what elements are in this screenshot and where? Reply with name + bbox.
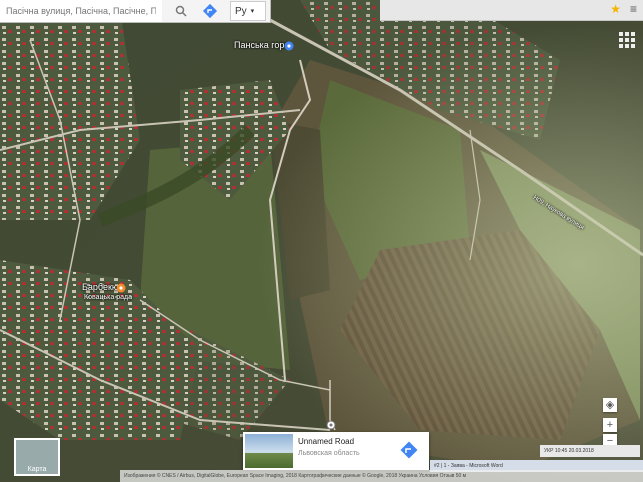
language-select[interactable]: Ру ▾ xyxy=(230,1,266,21)
compass-icon: ◈ xyxy=(605,399,615,411)
barbecue-pin-icon[interactable] xyxy=(116,283,126,293)
search-input[interactable] xyxy=(0,0,162,22)
apps-grid-icon[interactable] xyxy=(615,28,639,52)
compass-button[interactable]: ◈ xyxy=(603,398,617,412)
dropped-pin-icon[interactable] xyxy=(326,420,336,432)
card-subtitle: Львовская область xyxy=(298,450,360,457)
place-label-council[interactable]: Ковацька рада xyxy=(84,294,132,301)
language-value: Ру xyxy=(235,5,247,17)
attribution-text: Изображения © CNES / Airbus, DigitalGlob… xyxy=(124,473,467,479)
map-attribution-footer: Изображения © CNES / Airbus, DigitalGlob… xyxy=(120,470,643,482)
menu-icon[interactable]: ≡ xyxy=(630,2,637,16)
tray-text: УКР 10:45 20.03.2018 xyxy=(544,448,594,454)
place-label-barbecue[interactable]: Барбекю xyxy=(82,282,119,292)
browser-toolbar: ★ ≡ xyxy=(380,0,643,21)
thumbnail-label: Карта xyxy=(27,466,47,473)
directions-icon xyxy=(202,3,218,19)
card-title: Unnamed Road xyxy=(298,437,355,446)
directions-button[interactable] xyxy=(198,0,222,22)
place-info-card[interactable]: Unnamed Road Львовская область xyxy=(243,432,429,470)
chevron-down-icon: ▾ xyxy=(250,8,255,15)
search-button[interactable] xyxy=(170,0,192,22)
street-view-photo[interactable] xyxy=(245,434,293,468)
map-search-bar: Ру ▾ xyxy=(0,0,271,23)
place-label-panska-hora[interactable]: Панська гора xyxy=(234,40,289,50)
zoom-in-button[interactable]: + xyxy=(603,418,617,432)
search-icon xyxy=(175,5,187,17)
map-layer-thumbnail[interactable]: Карта xyxy=(14,438,60,476)
poi-pin-icon[interactable] xyxy=(284,41,294,51)
satellite-map[interactable] xyxy=(0,0,643,482)
directions-icon[interactable] xyxy=(399,440,419,460)
taskbar-item[interactable]: #2 | 1 - Заява - Microsoft Word xyxy=(434,463,503,469)
plus-icon: + xyxy=(606,419,614,431)
system-tray: УКР 10:45 20.03.2018 xyxy=(540,445,640,457)
bookmark-star-icon[interactable]: ★ xyxy=(610,2,621,16)
